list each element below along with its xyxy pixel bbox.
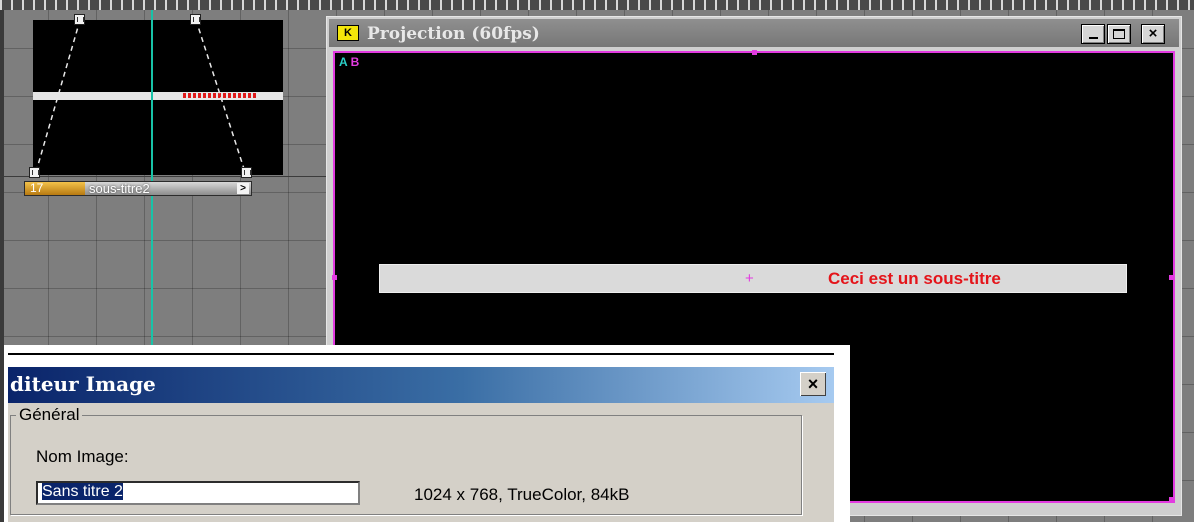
keyframe-icon[interactable] [29,167,40,178]
layer-a-label: A [339,55,348,69]
close-icon: × [1148,25,1158,42]
resize-handle-top[interactable] [752,50,757,55]
clip-expand-arrow-icon[interactable]: > [237,183,249,194]
maximize-icon [1113,29,1125,39]
minimize-button[interactable] [1081,24,1105,44]
close-icon: × [807,374,819,394]
general-group-title: Général [16,405,83,425]
playhead-cursor[interactable] [151,10,153,350]
image-name-label: Nom Image: [36,447,129,466]
timeline-ruler[interactable] [0,0,1194,10]
track-divider [0,176,330,177]
image-name-value: Sans titre 2 [42,483,123,500]
resize-handle-left[interactable] [332,275,337,280]
clip-bar[interactable]: 17 sous-titre2 > [24,181,252,196]
close-button[interactable]: × [1141,24,1165,44]
image-name-input[interactable]: Sans titre 2 [36,481,360,505]
clip-name: sous-titre2 [89,181,150,196]
minimize-icon [1089,37,1098,39]
resize-handle-bottom-right[interactable] [1169,497,1174,502]
subtitle-band[interactable]: + Ceci est un sous-titre [379,264,1127,293]
dialog-separator [8,353,834,355]
image-info: 1024 x 768, TrueColor, 84kB [414,485,630,504]
editor-titlebar[interactable]: diteur Image × [8,367,834,403]
layer-b-label: B [350,55,360,69]
keyframe-icon[interactable] [74,14,85,25]
clip-thumbnail[interactable] [33,20,283,175]
projection-titlebar[interactable]: K Projection (60fps) × [329,19,1179,47]
editor-title: diteur Image [10,372,156,396]
app-icon: K [337,25,359,41]
keyframe-path [35,20,246,173]
subtitle-text: Ceci est un sous-titre [828,269,1001,288]
image-editor-dialog[interactable]: diteur Image × Général Nom Image: Sans t… [4,345,850,522]
resize-handle-right[interactable] [1169,275,1174,280]
projection-title: Projection (60fps) [367,24,540,44]
keyframe-icon[interactable] [241,167,252,178]
maximize-button[interactable] [1107,24,1131,44]
close-button[interactable]: × [800,372,826,396]
crosshair-icon[interactable]: + [745,271,754,286]
clip-number: 17 [25,182,85,195]
layer-labels: AB [339,55,359,69]
keyframe-icon[interactable] [190,14,201,25]
